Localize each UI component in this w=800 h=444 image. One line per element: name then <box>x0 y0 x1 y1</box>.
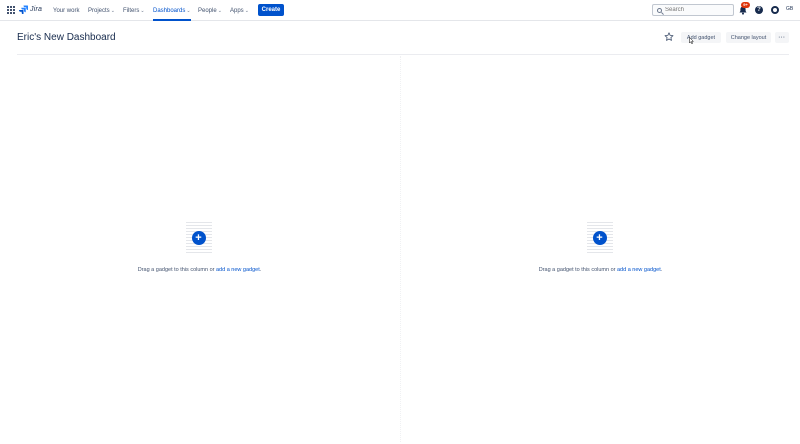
chevron-down-icon: ⌄ <box>110 7 115 14</box>
add-gadget-illustration: + <box>176 220 224 260</box>
nav-apps-label: Apps <box>230 7 244 14</box>
add-gadget-illustration: + <box>577 220 625 260</box>
mouse-cursor-icon <box>689 37 694 44</box>
page-title: Eric's New Dashboard <box>17 32 116 43</box>
nav-people[interactable]: People ⌄ <box>198 0 222 21</box>
help-button[interactable]: ? <box>753 4 765 16</box>
help-icon: ? <box>755 6 763 14</box>
dashboard-column-left[interactable]: + Drag a gadget to this column or add a … <box>4 56 401 442</box>
search-box[interactable] <box>652 4 734 16</box>
add-gadget-button[interactable]: Add gadget <box>681 32 721 43</box>
change-layout-button[interactable]: Change layout <box>726 32 771 43</box>
nav-filters[interactable]: Filters ⌄ <box>123 0 145 21</box>
chevron-down-icon: ⌄ <box>140 7 145 14</box>
nav-your-work[interactable]: Your work <box>53 0 79 21</box>
empty-column-prefix: Drag a gadget to this column or <box>137 267 216 273</box>
star-icon[interactable] <box>664 32 674 42</box>
chevron-down-icon: ⌄ <box>186 7 191 14</box>
dashboard-column-right[interactable]: + Drag a gadget to this column or add a … <box>405 56 796 442</box>
empty-column-text: Drag a gadget to this column or add a ne… <box>405 267 796 273</box>
settings-button[interactable] <box>769 4 781 16</box>
logo-text: Jira <box>30 6 43 13</box>
search-input[interactable] <box>665 7 725 13</box>
empty-column-suffix: . <box>259 267 262 273</box>
empty-column-state: + Drag a gadget to this column or add a … <box>405 220 796 273</box>
nav-dashboards-label: Dashboards <box>153 7 186 14</box>
add-new-gadget-link[interactable]: add a new gadget <box>617 267 661 273</box>
nav-projects-label: Projects <box>88 7 110 14</box>
jira-logo[interactable]: Jira <box>19 5 42 14</box>
empty-column-suffix: . <box>660 267 663 273</box>
nav-dashboards[interactable]: Dashboards ⌄ <box>153 0 191 21</box>
nav-projects[interactable]: Projects ⌄ <box>88 0 115 21</box>
chevron-down-icon: ⌄ <box>217 7 222 14</box>
empty-column-text: Drag a gadget to this column or add a ne… <box>4 267 395 273</box>
gear-icon <box>771 6 779 14</box>
notification-badge: 9+ <box>741 2 750 8</box>
header-divider <box>17 54 789 55</box>
app-switcher-icon[interactable] <box>7 6 15 14</box>
jira-logo-icon <box>19 5 28 14</box>
nav-people-label: People <box>198 7 217 14</box>
top-navigation: Jira Your work Projects ⌄ Filters ⌄ Dash… <box>0 0 800 21</box>
search-icon <box>657 7 662 13</box>
chevron-down-icon: ⌄ <box>244 7 249 14</box>
add-new-gadget-link[interactable]: add a new gadget <box>216 267 260 273</box>
plus-icon: + <box>592 231 607 245</box>
create-button[interactable]: Create <box>258 4 284 16</box>
empty-column-state: + Drag a gadget to this column or add a … <box>4 220 395 273</box>
empty-column-prefix: Drag a gadget to this column or <box>538 267 617 273</box>
nav-apps[interactable]: Apps ⌄ <box>230 0 249 21</box>
nav-your-work-label: Your work <box>53 7 80 14</box>
nav-filters-label: Filters <box>123 7 140 14</box>
avatar[interactable]: GB <box>786 6 793 12</box>
active-tab-indicator <box>153 19 191 21</box>
plus-icon: + <box>191 231 206 245</box>
more-actions-button[interactable]: ··· <box>775 32 789 43</box>
